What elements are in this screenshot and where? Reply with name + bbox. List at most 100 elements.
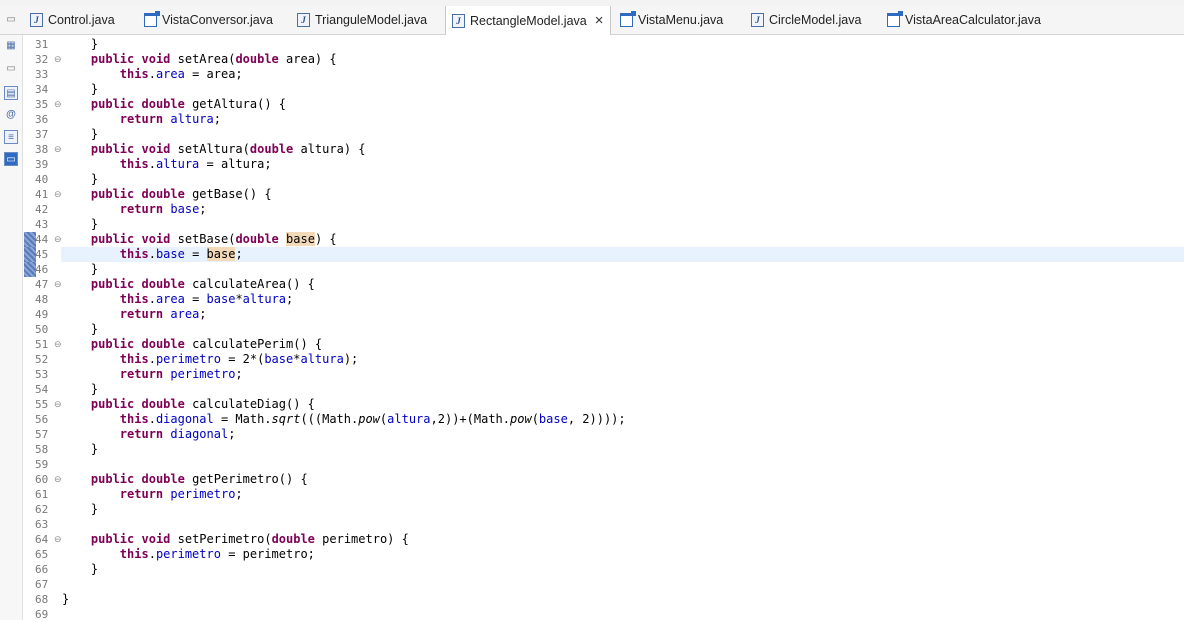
tab-control[interactable]: J Control.java [30,6,115,34]
javadoc-icon[interactable]: @ [4,108,18,122]
code-text: ; [228,427,236,441]
code-text: } [62,37,99,51]
code-line[interactable]: this.base = base; [62,247,243,262]
fold-toggle-icon[interactable]: ⊖ [54,142,62,157]
code-text: setPerimetro( [170,532,272,546]
fold-toggle-icon[interactable]: ⊖ [54,472,62,487]
tab-vistaconversor[interactable]: VistaConversor.java [144,6,273,34]
code-line[interactable]: } [62,442,98,457]
fold-toggle-icon[interactable]: ⊖ [54,337,62,352]
code-line[interactable]: public void setBase(double base) { [62,232,337,247]
keyword-token: return [119,487,164,501]
code-line[interactable]: } [62,502,98,517]
code-text: ,2))+(Math. [430,412,510,426]
code-line[interactable]: } [62,262,98,277]
code-line[interactable]: public double calculateArea() { [62,277,315,292]
field-token: altura [300,352,344,366]
code-line[interactable]: public void setArea(double area) { [62,52,337,67]
code-line[interactable]: this.perimetro = 2*(base*altura); [62,352,358,367]
code-line[interactable]: return area; [62,307,207,322]
java-file-icon: J [751,13,764,27]
code-line[interactable]: } [62,127,98,142]
line-number: 59 [35,458,49,471]
field-token: area [155,67,185,81]
keyword-token: double [141,187,185,201]
keyword-token: return [119,307,164,321]
keyword-token: public [90,97,135,111]
fold-toggle-icon[interactable]: ⊖ [54,277,62,292]
code-text: . [148,67,156,81]
fold-toggle-icon[interactable]: ⊖ [54,397,62,412]
tab-label: TrianguleModel.java [315,13,428,27]
code-text: ); [343,352,359,366]
code-line[interactable]: this.altura = altura; [62,157,272,172]
code-line[interactable]: return base; [62,202,207,217]
fold-toggle-icon[interactable]: ⊖ [54,232,62,247]
code-line[interactable]: } [62,322,98,337]
minimize-icon[interactable]: ▭ [4,13,18,27]
tab-circlemodel[interactable]: J CircleModel.java [751,6,861,34]
code-text: } [62,217,99,231]
code-text: } [62,172,99,186]
code-line[interactable]: public double getAltura() { [62,97,286,112]
code-line[interactable]: } [62,592,69,607]
code-line[interactable]: return altura; [62,112,221,127]
code-text: altura) { [293,142,366,156]
code-line[interactable]: public double getBase() { [62,187,272,202]
code-text: . [148,247,156,261]
code-line[interactable]: this.perimetro = perimetro; [62,547,315,562]
code-line[interactable]: } [62,382,98,397]
code-line[interactable]: this.area = area; [62,67,243,82]
code-text: getBase() { [184,187,272,201]
code-line[interactable]: return perimetro; [62,367,243,382]
code-line[interactable]: return perimetro; [62,487,243,502]
restore-icon[interactable]: ▭ [4,62,18,76]
tab-vistamenu[interactable]: VistaMenu.java [620,6,723,34]
code-line[interactable]: } [62,37,98,52]
tab-vistaareacalculator[interactable]: VistaAreaCalculator.java [887,6,1041,34]
tab-trianglemodel[interactable]: J TrianguleModel.java [297,6,427,34]
code-line[interactable]: public void setPerimetro(double perimetr… [62,532,409,547]
code-text: = Math. [213,412,272,426]
tab-rectanglemodel[interactable]: J RectangleModel.java × [445,6,611,35]
code-line[interactable]: } [62,82,98,97]
declaration-icon[interactable]: ≡ [4,130,18,144]
code-text: , 2)))); [567,412,626,426]
code-text: . [148,157,156,171]
package-explorer-icon[interactable]: ▦ [4,39,18,53]
field-token: altura [387,412,431,426]
code-line[interactable]: } [62,562,98,577]
code-line[interactable]: public double calculateDiag() { [62,397,315,412]
code-text: area) { [278,52,337,66]
outline-icon[interactable]: ▤ [4,86,18,100]
code-line[interactable]: this.area = base*altura; [62,292,293,307]
line-number: 54 [35,383,49,396]
code-line[interactable]: public double getPerimetro() { [62,472,308,487]
method-token: sqrt [271,412,301,426]
close-tab-icon[interactable]: × [595,13,604,28]
code-line[interactable]: } [62,172,98,187]
code-line[interactable]: public void setAltura(double altura) { [62,142,366,157]
code-text: getPerimetro() { [184,472,308,486]
code-line[interactable]: public double calculatePerim() { [62,337,322,352]
fold-toggle-icon[interactable]: ⊖ [54,52,62,67]
keyword-token: public [90,187,135,201]
fold-toggle-icon[interactable]: ⊖ [54,187,62,202]
code-text: } [62,592,70,606]
code-line[interactable]: return diagonal; [62,427,236,442]
code-editor[interactable]: 31 } 32 ⊖ public void setArea(double area)… [23,35,1184,621]
console-icon[interactable]: ▭ [4,152,18,166]
code-line[interactable]: } [62,217,98,232]
code-line[interactable]: this.diagonal = Math.sqrt(((Math.pow(alt… [62,412,626,427]
fold-toggle-icon[interactable]: ⊖ [54,97,62,112]
fold-toggle-icon[interactable]: ⊖ [54,532,62,547]
